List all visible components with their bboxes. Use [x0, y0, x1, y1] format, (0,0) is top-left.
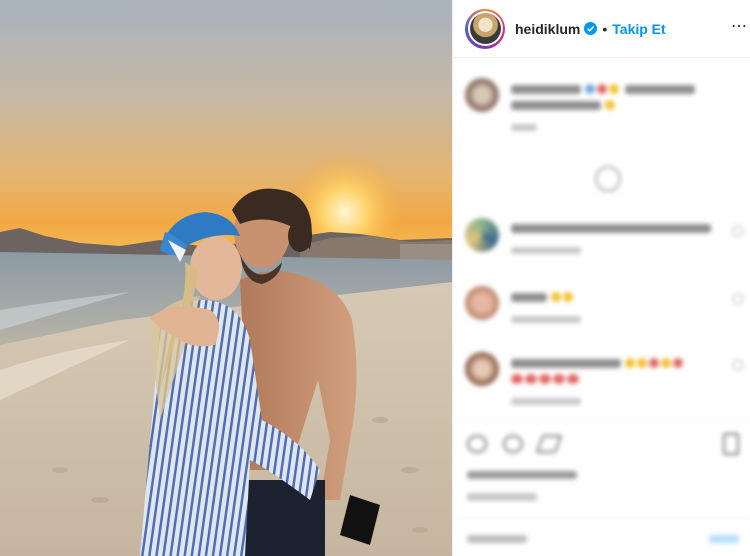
comment-avatar[interactable] [465, 78, 499, 112]
username-link[interactable]: heidiklum [515, 21, 580, 37]
verified-badge-icon [584, 22, 598, 35]
beach-sunset-image [0, 152, 452, 556]
comment-avatar[interactable] [465, 286, 499, 320]
comment-item [465, 352, 750, 405]
post-date [467, 493, 537, 501]
profile-avatar[interactable] [465, 8, 505, 49]
caption-comment [465, 78, 695, 131]
post-side-panel: heidiklum • Takip Et ⋯ [452, 0, 750, 556]
likes-count[interactable] [467, 471, 577, 479]
like-comment-icon[interactable] [733, 226, 743, 236]
post-header: heidiklum • Takip Et ⋯ [453, 0, 750, 58]
comment-avatar[interactable] [465, 218, 499, 252]
separator-dot: • [602, 20, 608, 37]
comment-item [465, 286, 750, 323]
comment-icon[interactable] [503, 435, 523, 453]
post-actions [453, 420, 750, 556]
follow-button[interactable]: Takip Et [612, 21, 665, 37]
more-options-icon[interactable]: ⋯ [731, 16, 748, 36]
share-icon[interactable] [535, 435, 563, 453]
post-comment-button[interactable] [709, 535, 739, 543]
post-photo [0, 0, 452, 556]
like-comment-icon[interactable] [733, 360, 743, 370]
load-more-comments-icon[interactable] [595, 166, 621, 192]
heart-icon[interactable] [467, 435, 487, 453]
avatar-image [469, 13, 501, 44]
comment-avatar[interactable] [465, 352, 499, 386]
comment-item [465, 218, 750, 254]
like-comment-icon[interactable] [733, 294, 743, 304]
bookmark-icon[interactable] [723, 433, 739, 455]
add-comment-input[interactable] [467, 535, 527, 543]
